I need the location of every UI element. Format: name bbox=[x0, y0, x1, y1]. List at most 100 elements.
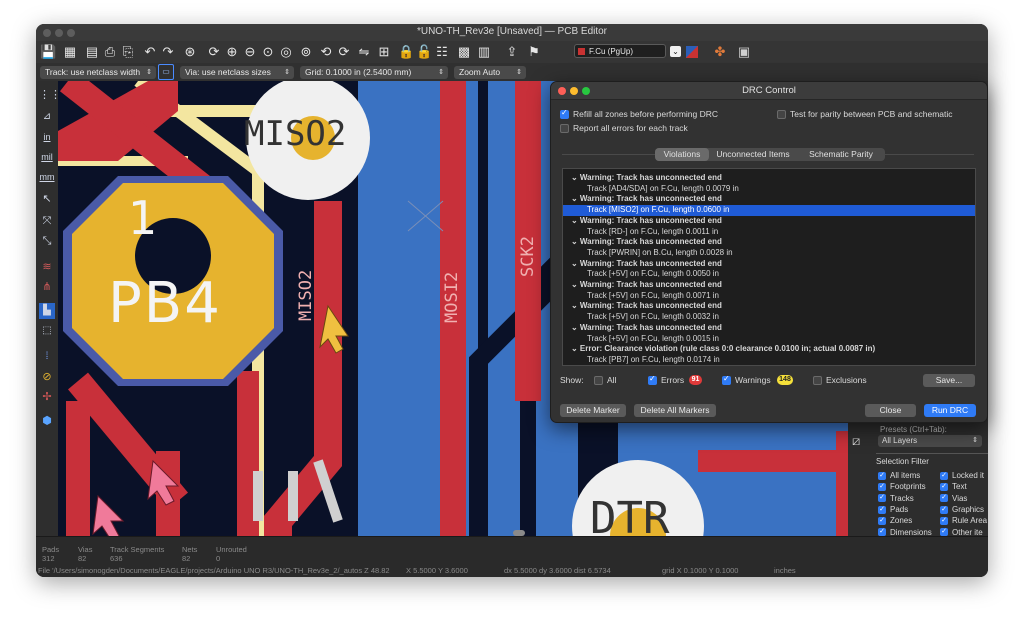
violation-header[interactable]: ⌄ Warning: Track has unconnected end bbox=[563, 216, 975, 227]
checkbox[interactable]: ✓ bbox=[878, 483, 886, 492]
layers-manager-icon[interactable]: ⬢ bbox=[39, 413, 55, 429]
polar-coords-icon[interactable]: ⊿ bbox=[39, 109, 55, 125]
auto-width-icon[interactable]: ▭ bbox=[158, 64, 174, 80]
find-icon[interactable]: ⊛ bbox=[182, 44, 198, 60]
violation-item[interactable]: Track [+5V] on F.Cu, length 0.0015 in bbox=[563, 334, 975, 345]
checkbox[interactable]: ✓ bbox=[878, 517, 886, 526]
redo-icon[interactable]: ↷ bbox=[160, 44, 176, 60]
chevron-down-icon[interactable]: ⌄ bbox=[670, 46, 681, 57]
lock-icon[interactable]: 🔒 bbox=[398, 44, 414, 60]
save-report-button[interactable]: Save... bbox=[923, 374, 975, 387]
net-highlight-icon[interactable]: ✢ bbox=[39, 389, 55, 405]
violation-header[interactable]: ⌄ Warning: Track has unconnected end bbox=[563, 259, 975, 270]
violation-header[interactable]: ⌄ Warning: Track has unconnected end bbox=[563, 237, 975, 248]
units-mm-button[interactable]: mm bbox=[39, 169, 55, 185]
dialog-zoom-icon[interactable] bbox=[582, 87, 590, 95]
layer-pair-icon[interactable] bbox=[686, 46, 698, 58]
scripting-icon[interactable]: ✤ bbox=[712, 44, 728, 60]
zone-fill-icon[interactable]: ≋ bbox=[39, 259, 55, 275]
selection-filter-item[interactable]: ✓ Graphics bbox=[940, 505, 984, 514]
close-button[interactable]: Close bbox=[865, 404, 916, 417]
update-pcb-icon[interactable]: ⇪ bbox=[504, 44, 520, 60]
violation-header[interactable]: ⌄ Warning: Track has unconnected end bbox=[563, 301, 975, 312]
board-setup-icon[interactable]: ▦ bbox=[62, 44, 78, 60]
selection-filter-item[interactable]: ✓ All items bbox=[878, 471, 920, 480]
units-inch-button[interactable]: in bbox=[39, 129, 55, 145]
violation-item[interactable]: Track [PWRIN] on B.Cu, length 0.0028 in bbox=[563, 248, 975, 259]
pads-outline-icon[interactable]: ▙ bbox=[39, 303, 55, 319]
print-icon[interactable]: ⎙ bbox=[102, 44, 118, 60]
show-errors-checkbox[interactable] bbox=[648, 374, 657, 385]
presets-select[interactable]: All Layers ⇕ bbox=[878, 435, 982, 447]
tab-unconnected-items[interactable]: Unconnected Items bbox=[711, 148, 795, 161]
violation-item[interactable]: Track [+5V] on F.Cu, length 0.0071 in bbox=[563, 291, 975, 302]
selection-filter-item[interactable]: ✓ Rule Area bbox=[940, 516, 987, 525]
track-width-select[interactable]: Track: use netclass width ⇕ bbox=[40, 66, 156, 79]
contrast-mode-icon[interactable]: ⊘ bbox=[39, 369, 55, 385]
zone-outline-icon[interactable]: ⋔ bbox=[39, 279, 55, 295]
unlock-icon[interactable]: 🔓 bbox=[416, 44, 432, 60]
grid-toggle-icon[interactable]: ⋮⋮ bbox=[39, 87, 61, 103]
netlist-icon[interactable]: ☷ bbox=[434, 44, 450, 60]
save-icon[interactable]: 💾 bbox=[40, 44, 56, 60]
show-warnings-checkbox[interactable] bbox=[722, 374, 731, 385]
violation-item[interactable]: Track [+5V] on F.Cu, length 0.0050 in bbox=[563, 269, 975, 280]
zoom-objects-icon[interactable]: ◎ bbox=[278, 44, 294, 60]
show-exclusions-checkbox[interactable] bbox=[813, 376, 822, 385]
via-size-select[interactable]: Via: use netclass sizes ⇕ bbox=[180, 66, 294, 79]
zoom-in-icon[interactable]: ⊕ bbox=[224, 44, 240, 60]
plot-icon[interactable]: ⎘ bbox=[120, 44, 136, 60]
ruler-icon[interactable]: ⧄ bbox=[852, 433, 860, 449]
tracks-outline-icon[interactable]: ⁞ bbox=[39, 349, 55, 365]
cursor-icon[interactable]: ↖ bbox=[39, 191, 55, 207]
footprint-browser-icon[interactable]: ▥ bbox=[476, 44, 492, 60]
report-all-errors-checkbox[interactable] bbox=[560, 124, 569, 133]
grid-select[interactable]: Grid: 0.1000 in (2.5400 mm) ⇕ bbox=[300, 66, 448, 79]
refresh-icon[interactable]: ⟳ bbox=[206, 44, 222, 60]
dialog-close-icon[interactable] bbox=[558, 87, 566, 95]
dialog-minimize-icon[interactable] bbox=[570, 87, 578, 95]
vias-outline-icon[interactable]: ⬚ bbox=[39, 323, 55, 339]
footprint-editor-icon[interactable]: ▩ bbox=[456, 44, 472, 60]
page-setup-icon[interactable]: ▤ bbox=[84, 44, 100, 60]
selection-filter-item[interactable]: ✓ Text bbox=[940, 482, 967, 491]
selection-filter-item[interactable]: ✓ Locked it bbox=[940, 471, 984, 480]
tab-violations[interactable]: Violations bbox=[655, 148, 709, 161]
zoom-fit-icon[interactable]: ⊙ bbox=[260, 44, 276, 60]
violation-header[interactable]: ⌄ Warning: Track has unconnected end bbox=[563, 194, 975, 205]
violation-header[interactable]: ⌄ Warning: Track has unconnected end bbox=[563, 323, 975, 334]
selection-filter-item[interactable]: ✓ Tracks bbox=[878, 494, 914, 503]
violation-item[interactable]: Track [MISO2] on F.Cu, length 0.0600 in bbox=[563, 205, 975, 216]
align-icon[interactable]: ⊞ bbox=[376, 44, 392, 60]
tab-schematic-parity[interactable]: Schematic Parity bbox=[797, 148, 885, 161]
violation-header[interactable]: ⌄ Warning: Track has unconnected end bbox=[563, 280, 975, 291]
drc-icon[interactable]: ⚑ bbox=[526, 44, 542, 60]
run-drc-button[interactable]: Run DRC bbox=[924, 404, 976, 417]
checkbox[interactable]: ✓ bbox=[878, 494, 886, 503]
violation-item[interactable]: Track [RD-] on F.Cu, length 0.0011 in bbox=[563, 227, 975, 238]
delete-marker-button[interactable]: Delete Marker bbox=[560, 404, 626, 417]
refill-zones-checkbox[interactable] bbox=[560, 108, 569, 119]
checkbox[interactable]: ✓ bbox=[940, 517, 948, 526]
violation-item[interactable]: Track [+5V] on F.Cu, length 0.0032 in bbox=[563, 312, 975, 323]
checkbox[interactable]: ✓ bbox=[940, 471, 948, 480]
zoom-selection-icon[interactable]: ⊚ bbox=[298, 44, 314, 60]
undo-icon[interactable]: ↶ bbox=[142, 44, 158, 60]
curved-ratsnest-icon[interactable]: ⤡ bbox=[39, 233, 55, 249]
delete-all-markers-button[interactable]: Delete All Markers bbox=[634, 404, 716, 417]
violation-header[interactable]: ⌄ Warning: Track has unconnected end bbox=[563, 173, 975, 184]
console-icon[interactable]: ▣ bbox=[736, 44, 752, 60]
selection-filter-item[interactable]: ✓ Vias bbox=[940, 494, 967, 503]
violation-item[interactable]: Track [AD4/SDA] on F.Cu, length 0.0079 i… bbox=[563, 184, 975, 195]
rotate-ccw-icon[interactable]: ⟲ bbox=[318, 44, 334, 60]
show-all-checkbox[interactable] bbox=[594, 376, 603, 385]
selection-filter-item[interactable]: ✓ Pads bbox=[878, 505, 908, 514]
checkbox[interactable]: ✓ bbox=[878, 471, 886, 480]
violations-list[interactable]: ⌄ Warning: Track has unconnected end Trac… bbox=[562, 168, 976, 366]
checkbox[interactable]: ✓ bbox=[940, 505, 948, 514]
ratsnest-icon[interactable]: ⤧ bbox=[39, 213, 55, 229]
checkbox[interactable]: ✓ bbox=[940, 494, 948, 503]
rotate-cw-icon[interactable]: ⟳ bbox=[336, 44, 352, 60]
checkbox[interactable]: ✓ bbox=[940, 483, 948, 492]
units-mil-button[interactable]: mil bbox=[39, 149, 55, 165]
